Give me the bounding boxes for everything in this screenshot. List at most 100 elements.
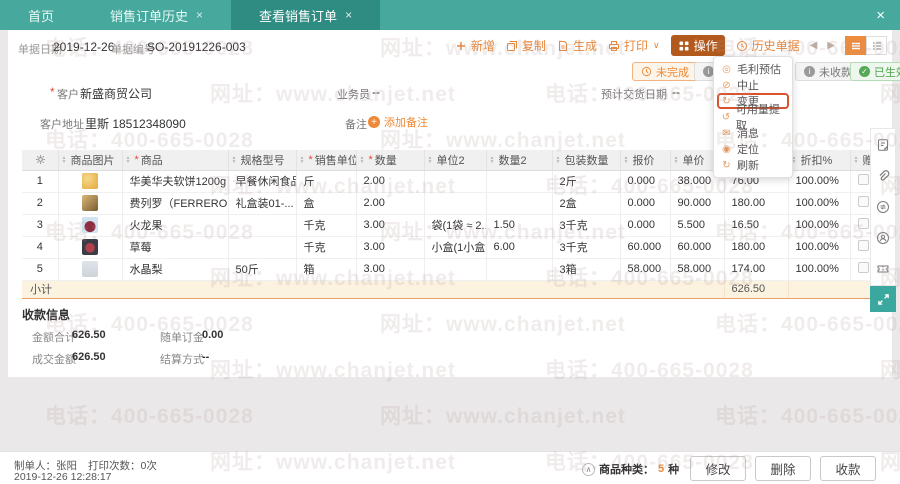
tab-close-icon[interactable]: × [345, 8, 352, 22]
toolbar-label: 打印 [623, 39, 648, 53]
contact-icon[interactable] [876, 231, 890, 245]
list-view-icon[interactable] [845, 36, 866, 55]
table-row[interactable]: 5 水晶梨 50斤箱 3.00 3箱 58.000 58.000 174.00 100.00% [22, 258, 877, 281]
cell-unit: 千克 [296, 236, 357, 259]
payment-title: 收款信息 [22, 308, 71, 322]
window-close-icon[interactable]: × [861, 0, 900, 30]
col-header-商品图片[interactable]: ▲ ▼ 商品图片 [58, 150, 123, 171]
cell-discount: 100.00% [788, 236, 851, 259]
sort-icon[interactable]: ▲▼ [490, 155, 495, 164]
gift-checkbox[interactable] [857, 240, 869, 251]
table-row[interactable]: 4草莓千克3.00小盒(1小盒 ...6.003千克60.00060.00018… [22, 236, 877, 259]
历史单据-button[interactable]: 历史单据 [736, 37, 800, 54]
product-image [58, 214, 123, 237]
clock-icon [641, 66, 652, 77]
col-header-数量[interactable]: ▲ ▼ * 数量 [356, 150, 425, 171]
menu-item-可用量提取[interactable]: ↺ 可用量提取 [714, 104, 792, 132]
delete-button[interactable]: 删除 [755, 456, 811, 481]
sort-icon[interactable]: ▲▼ [232, 155, 237, 164]
menu-item-刷新[interactable]: ↻ 刷新 [714, 157, 792, 173]
cell-pack: 2斤 [552, 170, 621, 193]
fullscreen-button[interactable] [870, 286, 896, 312]
doc-edit-icon[interactable] [876, 138, 890, 152]
product-thumbnail[interactable] [82, 195, 98, 211]
col-header-商品[interactable]: ▲ ▼ * 商品 [122, 150, 229, 171]
next-doc-icon[interactable]: ▶ [827, 40, 835, 51]
coupon-icon[interactable] [876, 262, 890, 276]
sort-icon[interactable]: ▲▼ [854, 155, 859, 164]
col-header-销售单位[interactable]: ▲ ▼ * 销售单位 [296, 150, 357, 171]
table-row[interactable]: 2 费列罗（FERRERO）巧...礼盒装01-...盒2.00 2盒0.00090… [22, 192, 877, 215]
tab-销售订单历史[interactable]: 销售订单历史 × [82, 0, 231, 30]
row-number: 1 [22, 170, 59, 193]
table-row[interactable]: 3 火龙果 千克 3.00 袋(1袋 ≈ 2... 1.50 3千克 0.000 5.500 16… [22, 214, 877, 237]
cell-price: 58.000 [670, 258, 725, 281]
add-remark-button[interactable]: + 添加备注 [368, 114, 428, 130]
cell-price: 5.500 [670, 214, 725, 237]
gear-icon[interactable] [35, 154, 46, 165]
cell-unit: 千克 [296, 214, 357, 237]
sort-icon[interactable]: ▲▼ [428, 155, 433, 164]
watermark-text: 电话：400-665-0028 [715, 405, 900, 428]
delivery-date-value: -- [672, 85, 680, 99]
sales-order-page: 首页 销售订单历史 × 查看销售订单 × × 单据日期 2019-12-26 单据编号 … [0, 0, 900, 484]
cell-quote: 58.000 [620, 258, 671, 281]
prev-doc-icon[interactable]: ◀ [810, 40, 818, 51]
toolbar-label: 历史单据 [751, 39, 800, 53]
cell-amount: 180.00 [724, 236, 789, 259]
receive-payment-button[interactable]: 收款 [820, 456, 876, 481]
col-header-报价[interactable]: ▲ ▼ 报价 [620, 150, 671, 171]
action-menu-button[interactable]: 操作 [670, 35, 725, 56]
col-header-折扣%[interactable]: ▲ ▼ 折扣% [788, 150, 851, 171]
sort-icon[interactable]: ▲▼ [126, 155, 131, 164]
product-thumbnail[interactable] [82, 217, 98, 233]
sort-icon[interactable]: ▲▼ [674, 155, 679, 164]
doc-icon [557, 40, 569, 52]
tab-label: 销售订单历史 [110, 8, 189, 24]
sort-icon[interactable]: ▲▼ [360, 155, 365, 164]
sort-icon[interactable]: ▲▼ [624, 155, 629, 164]
extract-icon: ↺ [721, 111, 731, 123]
cell-name: 华美华夫软饼1200g 糕... [122, 170, 229, 193]
col-header-label: 规格型号 [240, 154, 285, 167]
sort-icon[interactable]: ▲▼ [556, 155, 561, 164]
cell-pack: 3千克 [552, 214, 621, 237]
menu-item-label: 消息 [737, 128, 759, 140]
cell-spec: 早餐休闲食品 [228, 170, 297, 193]
复制-button[interactable]: 复制 [506, 37, 546, 54]
生成-button[interactable]: 生成 [557, 37, 597, 54]
toolbar-label: 复制 [521, 39, 546, 53]
product-thumbnail[interactable] [82, 173, 98, 189]
attachment-icon[interactable] [876, 169, 890, 183]
col-header-单位2[interactable]: ▲ ▼ 单位2 [424, 150, 487, 171]
menu-item-毛利预估[interactable]: ◎ 毛利预估 [714, 61, 792, 77]
status-label: 已生效 [874, 66, 900, 79]
col-header-规格型号[interactable]: ▲ ▼ 规格型号 [228, 150, 297, 171]
printer-icon [608, 40, 620, 52]
gift-checkbox[interactable] [857, 262, 869, 273]
sort-icon[interactable]: ▲▼ [300, 155, 305, 164]
gift-checkbox[interactable] [857, 174, 869, 185]
detail-view-icon[interactable] [866, 36, 887, 55]
gift-checkbox[interactable] [857, 218, 869, 229]
tab-close-icon[interactable]: × [196, 8, 203, 22]
collapse-icon[interactable]: ∧ [582, 462, 595, 476]
modify-button[interactable]: 修改 [690, 456, 746, 481]
product-thumbnail[interactable] [82, 239, 98, 255]
sort-icon[interactable]: ▲▼ [62, 155, 67, 164]
transfer-icon[interactable] [876, 200, 890, 214]
新增-button[interactable]: 新增 [455, 37, 495, 54]
col-header-settings[interactable] [22, 150, 59, 171]
required-asterisk: * [50, 85, 55, 99]
menu-item-定位[interactable]: ◉ 定位 [714, 141, 792, 157]
tab-查看销售订单[interactable]: 查看销售订单 × [231, 0, 381, 30]
menu-item-中止[interactable]: ⊘ 中止 [714, 77, 792, 93]
tab-首页[interactable]: 首页 [0, 0, 82, 30]
product-thumbnail[interactable] [82, 261, 98, 277]
col-header-包装数量[interactable]: ▲ ▼ 包装数量 [552, 150, 621, 171]
locate-icon: ◉ [722, 143, 731, 155]
col-header-数量2[interactable]: ▲ ▼ 数量2 [486, 150, 553, 171]
打印-button[interactable]: 打印 ∨ [608, 37, 660, 54]
gift-checkbox[interactable] [857, 196, 869, 207]
check-icon: ✓ [859, 66, 870, 77]
